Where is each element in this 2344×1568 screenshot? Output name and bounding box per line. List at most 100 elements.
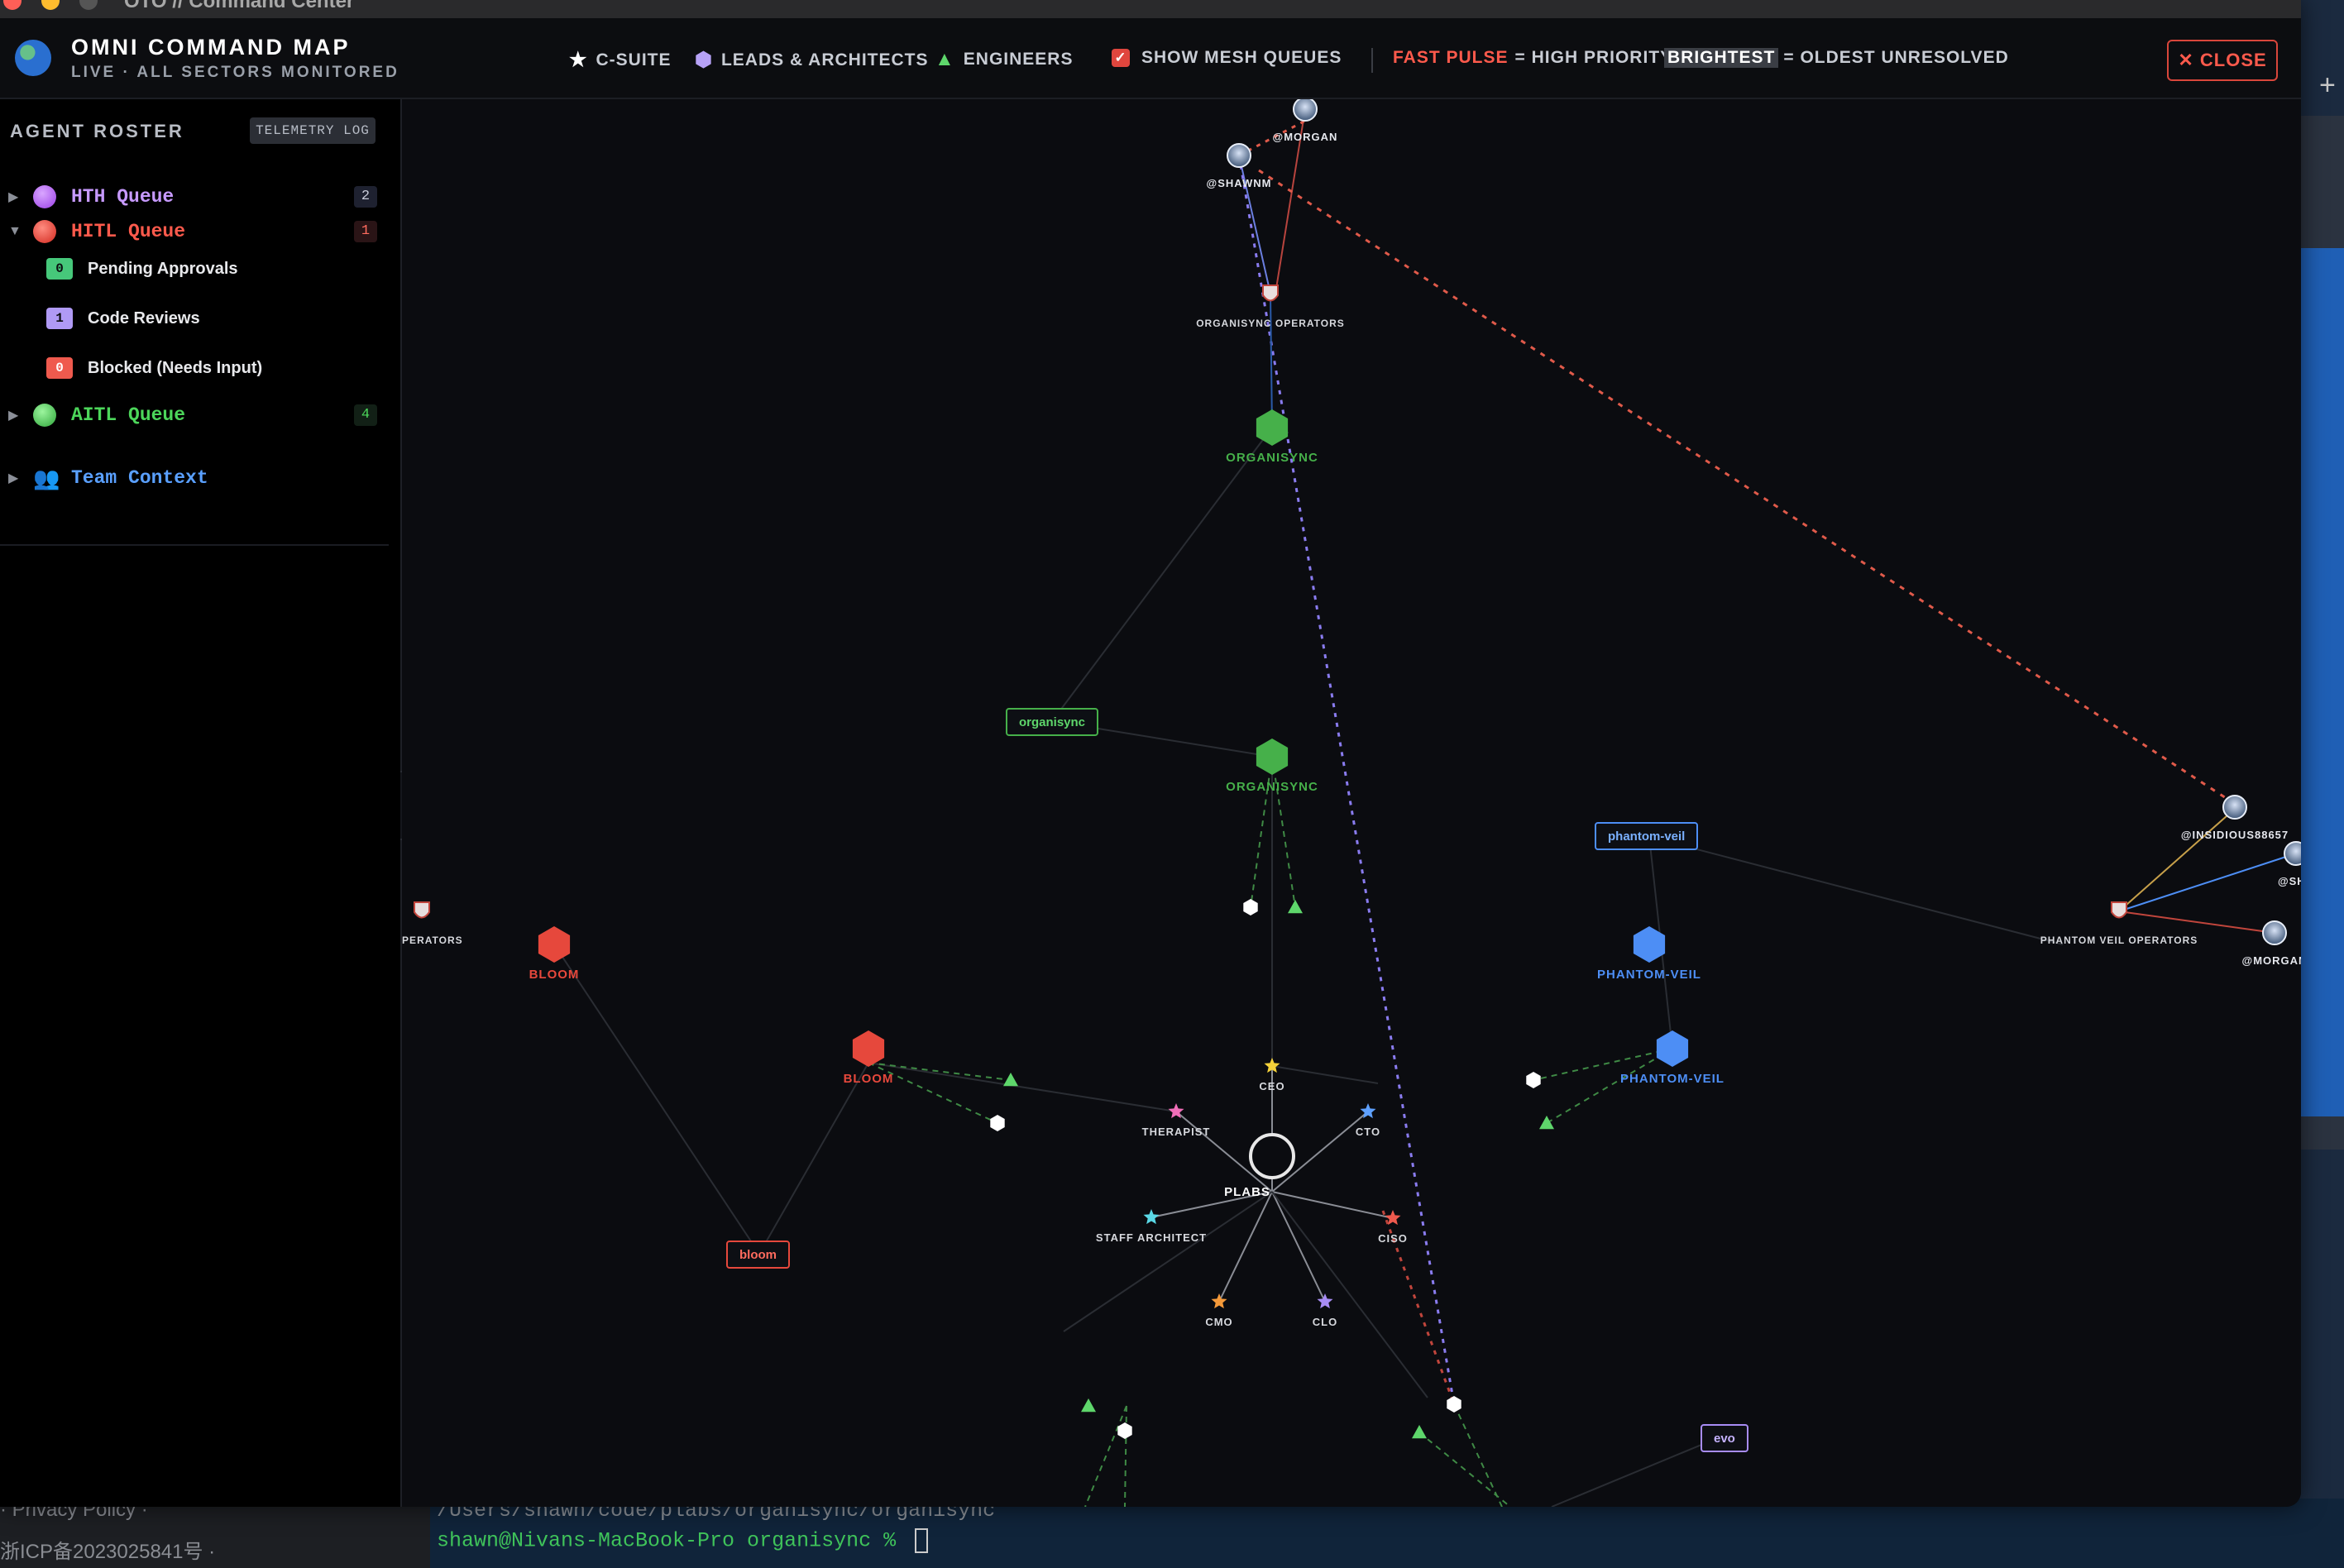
checkbox-checked-icon[interactable]: ✓ [1112,49,1130,67]
queue-label: AITL Queue [71,404,186,426]
list-item-label: Pending Approvals [88,259,238,278]
sector-label: ORGANISYNC [1226,451,1318,465]
shield-icon[interactable] [1262,284,1279,302]
window-titlebar[interactable]: OTO // Command Center [0,0,2301,18]
user-label: @MORGAN [2242,954,2301,967]
zoom-window-button[interactable] [79,0,98,10]
map-header: OMNI COMMAND MAP LIVE · ALL SECTORS MONI… [0,18,2301,99]
csuite-star-icon[interactable] [1143,1209,1160,1225]
csuite-label: STAFF ARCHITECT [1096,1231,1207,1244]
queue-hitl[interactable]: ▼ HITL Queue 1 [0,217,389,246]
engineer-triangle-icon[interactable] [1539,1116,1554,1130]
csuite-label: CEO [1259,1080,1284,1092]
sidebar-divider [0,544,389,546]
background-terminal[interactable]: /Users/shawn/code/plabs/organisync/organ… [430,1499,2344,1568]
sector-hexagon-icon[interactable] [1256,409,1289,446]
queue-hth[interactable]: ▶ HTH Queue 2 [0,182,389,212]
caret-right-icon[interactable]: ▶ [8,189,18,205]
csuite-star-icon[interactable] [1317,1293,1333,1309]
sector-hexagon-icon[interactable] [852,1030,885,1067]
user-avatar-icon[interactable] [1293,99,1318,122]
queue-aitl[interactable]: ▶ AITL Queue 4 [0,400,389,430]
map-title: OMNI COMMAND MAP [71,35,351,60]
csuite-label: CMO [1205,1316,1232,1328]
telemetry-log-button[interactable]: TELEMETRY LOG [250,117,376,144]
sector-label: BLOOM [844,1072,894,1086]
hub-label: PLABS [1224,1185,1270,1199]
count-badge: 1 [46,308,73,329]
sector-hexagon-icon[interactable] [1256,739,1289,775]
sector-label: PHANTOM-VEIL [1597,968,1701,982]
user-avatar-icon[interactable] [1227,143,1251,168]
minimize-window-button[interactable] [41,0,60,10]
shield-icon[interactable] [2111,901,2127,919]
caret-right-icon[interactable]: ▶ [8,470,18,486]
csuite-star-icon[interactable] [1211,1293,1227,1309]
list-item-code-reviews[interactable]: 1 Code Reviews [46,304,200,332]
queue-count: 4 [354,404,377,426]
count-badge: 0 [46,258,73,280]
network-graph[interactable]: PLABS CEO CTO CISO CLO CMO STAFF ARCHITECT THER… [402,99,2301,1507]
lead-hexagon-icon[interactable] [1243,899,1258,915]
caret-right-icon[interactable]: ▶ [8,407,18,423]
team-context[interactable]: ▶ 👥 Team Context [0,463,389,493]
graph-edges [553,108,2297,1507]
csuite-label: THERAPIST [1142,1126,1211,1138]
globe-icon [15,40,51,76]
user-avatar-icon[interactable] [2284,841,2301,866]
legend-leads: ⬢ LEADS & ARCHITECTS [695,49,929,71]
operators-label: PHANTOM VEIL OPERATORS [2040,935,2198,946]
graph-nodes[interactable]: PLABS CEO CTO CISO CLO CMO STAFF ARCHITECT THER… [402,99,2301,1439]
close-button[interactable]: ✕ CLOSE [2167,40,2278,81]
agent-roster-sidebar: AGENT ROSTER TELEMETRY LOG ▶ HTH Queue 2… [0,99,402,1507]
terminal-prompt-line: shawn@Nivans-MacBook-Pro organisync % [437,1528,929,1553]
engineer-triangle-icon[interactable] [1288,900,1303,914]
sector-hexagon-icon[interactable] [538,926,571,963]
command-map-window: OTO // Command Center OMNI COMMAND MAP L… [0,0,2301,1507]
queue-count: 1 [354,221,377,242]
close-window-button[interactable] [3,0,22,10]
user-label: @SHA [2278,875,2301,887]
show-mesh-queues-toggle[interactable]: ✓ SHOW MESH QUEUES [1112,48,1342,68]
green-orb-icon [33,404,56,427]
command-map-canvas[interactable]: PLABS CEO CTO CISO CLO CMO STAFF ARCHITECT THER… [402,99,2301,1507]
queue-label: HITL Queue [71,221,186,242]
lead-hexagon-icon[interactable] [1526,1072,1541,1088]
csuite-label: CISO [1378,1232,1408,1245]
caret-down-icon[interactable]: ▼ [8,224,22,239]
user-avatar-icon[interactable] [2222,795,2247,820]
triangle-icon: ▲ [935,48,955,70]
terminal-prompt: shawn@Nivans-MacBook-Pro organisync % [437,1528,909,1553]
plus-icon[interactable]: + [2319,69,2336,102]
csuite-label: CLO [1313,1316,1337,1328]
project-box-bloom[interactable]: bloom [726,1241,790,1269]
background-footer: · Privacy Policy · 浙ICP备2023025841号 · [0,1499,430,1568]
hexagon-icon: ⬢ [695,49,713,71]
sector-hexagon-icon[interactable] [1656,1030,1689,1067]
lead-hexagon-icon[interactable] [1117,1422,1132,1439]
project-box-organisync[interactable]: organisync [1006,708,1099,736]
list-item-label: Blocked (Needs Input) [88,358,263,377]
user-avatar-icon[interactable] [2262,920,2287,945]
legend-brightest: BRIGHTEST = OLDEST UNRESOLVED [1664,48,2009,68]
list-item-pending-approvals[interactable]: 0 Pending Approvals [46,255,238,283]
project-box-evo[interactable]: evo [1701,1424,1748,1452]
team-icon: 👥 [33,465,60,490]
header-divider [1371,48,1373,73]
engineer-triangle-icon[interactable] [1412,1425,1427,1439]
count-badge: 0 [46,357,73,379]
map-subtitle: LIVE · ALL SECTORS MONITORED [71,64,399,81]
engineer-triangle-icon[interactable] [1003,1073,1018,1087]
queue-label: HTH Queue [71,186,175,208]
operators-label: M OPERATORS [402,935,463,946]
shield-icon[interactable] [414,901,430,919]
user-label: @SHAWNM [1207,177,1272,189]
lead-hexagon-icon[interactable] [990,1115,1005,1131]
lead-hexagon-icon[interactable] [1447,1396,1461,1413]
engineer-triangle-icon[interactable] [1081,1398,1096,1413]
list-item-blocked[interactable]: 0 Blocked (Needs Input) [46,354,262,382]
background-app-edge: + [2299,0,2344,1568]
plabs-hub-icon[interactable] [1249,1133,1295,1179]
icp-license-text: 浙ICP备2023025841号 · [0,1541,216,1563]
project-box-phantom-veil[interactable]: phantom-veil [1595,822,1699,850]
